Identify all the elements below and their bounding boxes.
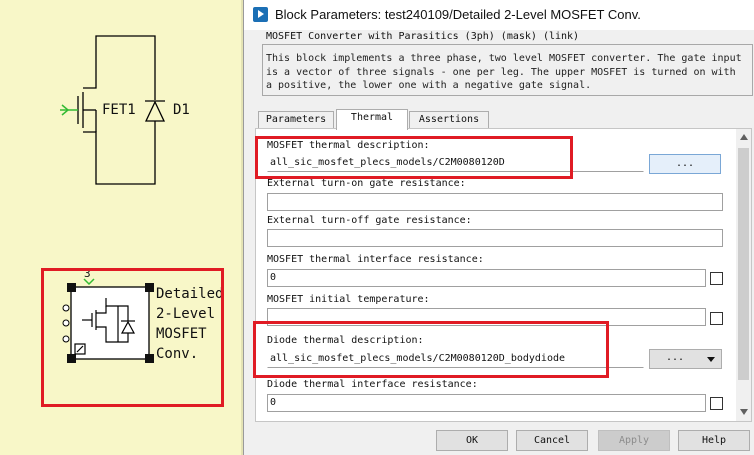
scroll-thumb[interactable] xyxy=(738,148,749,380)
diode-thermal-description-label: Diode thermal description: xyxy=(267,335,424,346)
diode-label: D1 xyxy=(173,102,190,118)
ext-turn-on-gate-resistance-label: External turn-on gate resistance: xyxy=(267,178,466,189)
diode-thermal-interface-resistance-checkbox[interactable] xyxy=(710,397,723,410)
mosfet-thermal-description-label: MOSFET thermal description: xyxy=(267,140,430,151)
tab-thermal[interactable]: Thermal xyxy=(336,109,408,130)
mosfet-initial-temperature-checkbox[interactable] xyxy=(710,312,723,325)
diode-thermal-interface-resistance-label: Diode thermal interface resistance: xyxy=(267,379,478,390)
tab-assertions[interactable]: Assertions xyxy=(409,111,489,129)
converter-block[interactable] xyxy=(62,278,154,363)
dialog-title: Block Parameters: test240109/Detailed 2-… xyxy=(275,7,641,22)
description-box: This block implements a three phase, two… xyxy=(262,44,753,96)
params-scrollbar[interactable] xyxy=(736,129,751,421)
mosfet-thermal-interface-resistance-checkbox[interactable] xyxy=(710,272,723,285)
dialog-titlebar[interactable]: Block Parameters: test240109/Detailed 2-… xyxy=(244,0,754,30)
block-label-line-1: Detailed xyxy=(156,286,224,302)
schematic-drawing xyxy=(60,0,243,455)
mosfet-thermal-description-field[interactable]: all_sic_mosfet_plecs_models/C2M0080120D xyxy=(267,154,644,172)
ext-turn-off-gate-resistance-field[interactable] xyxy=(267,229,723,247)
ext-turn-off-gate-resistance-label: External turn-off gate resistance: xyxy=(267,215,472,226)
block-label-line-2: 2-Level xyxy=(156,306,216,322)
mosfet-initial-temperature-field[interactable] xyxy=(267,308,706,326)
apply-button[interactable]: Apply xyxy=(598,430,670,451)
thermal-params-list: MOSFET thermal description: all_sic_mosf… xyxy=(256,129,736,421)
fet-gate-port[interactable] xyxy=(60,104,78,116)
block-port-number: 3 xyxy=(84,267,91,280)
scroll-down-arrow-icon[interactable] xyxy=(740,409,748,415)
mosfet-initial-temperature-label: MOSFET initial temperature: xyxy=(267,294,430,305)
block-label-line-4: Conv. xyxy=(156,346,199,362)
block-parameters-dialog: Block Parameters: test240109/Detailed 2-… xyxy=(243,0,754,455)
mosfet-thermal-interface-resistance-field[interactable]: 0 xyxy=(267,269,706,287)
help-button[interactable]: Help xyxy=(678,430,750,451)
mosfet-thermal-interface-resistance-label: MOSFET thermal interface resistance: xyxy=(267,254,484,265)
mask-type-label: MOSFET Converter with Parasitics (3ph) (… xyxy=(266,31,580,42)
chevron-down-icon xyxy=(707,357,715,362)
plecs-app-icon xyxy=(253,7,268,22)
fet-label: FET1 xyxy=(102,102,136,118)
cancel-button[interactable]: Cancel xyxy=(516,430,588,451)
thermal-tab-panel: MOSFET thermal description: all_sic_mosf… xyxy=(255,128,752,422)
diode-thermal-interface-resistance-field[interactable]: 0 xyxy=(267,394,706,412)
diode-thermal-description-field[interactable]: all_sic_mosfet_plecs_models/C2M0080120D_… xyxy=(267,350,644,368)
diode-thermal-browse-dropdown[interactable]: ... xyxy=(649,349,722,369)
ext-turn-on-gate-resistance-field[interactable] xyxy=(267,193,723,211)
scroll-up-arrow-icon[interactable] xyxy=(740,134,748,140)
mosfet-thermal-browse-button[interactable]: ... xyxy=(649,154,721,174)
tab-parameters[interactable]: Parameters xyxy=(258,111,334,129)
diode-thermal-browse-label: ... xyxy=(666,352,685,363)
description-text: This block implements a three phase, two… xyxy=(266,53,742,92)
ok-button[interactable]: OK xyxy=(436,430,508,451)
block-label-line-3: MOSFET xyxy=(156,326,207,342)
